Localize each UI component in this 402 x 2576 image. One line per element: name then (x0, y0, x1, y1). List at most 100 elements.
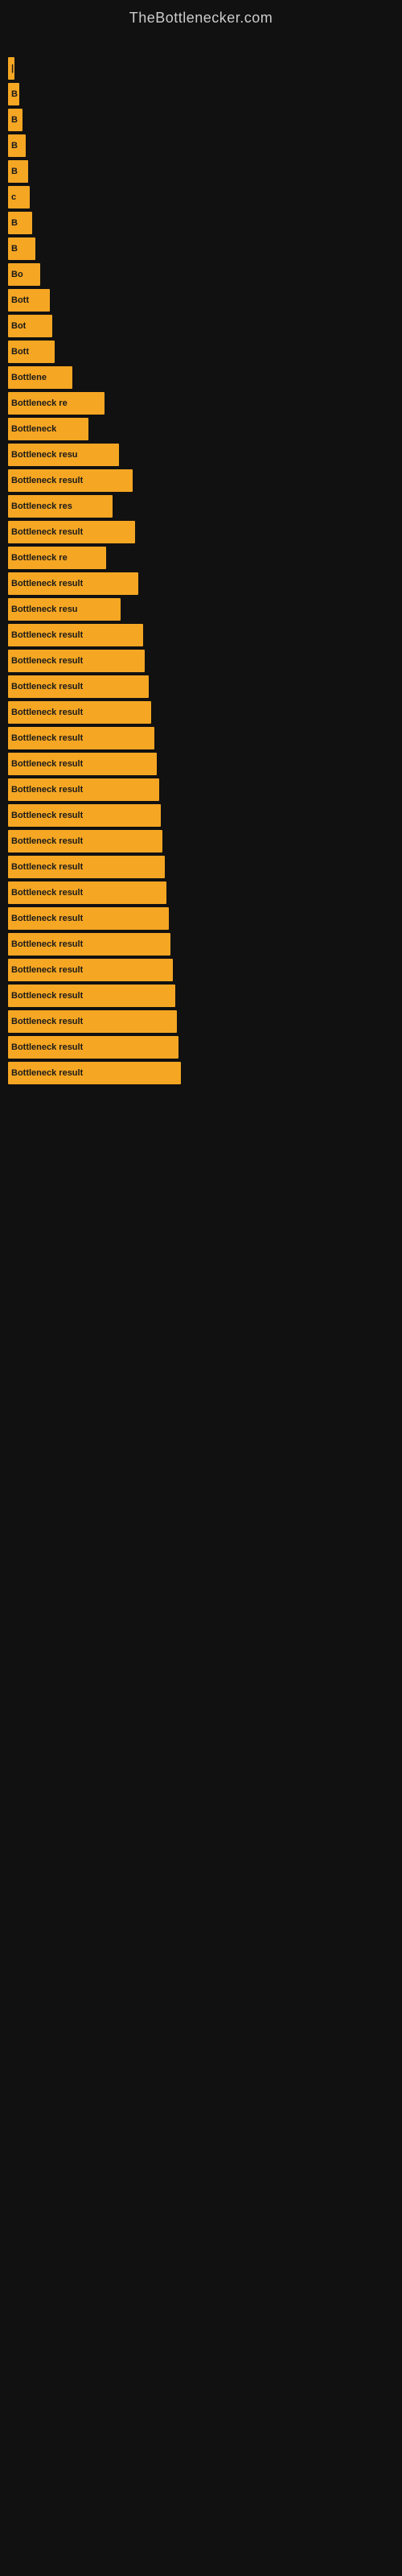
site-title: TheBottlenecker.com (0, 0, 402, 33)
bar-row: Bot (8, 315, 394, 337)
bar-label: Bott (11, 295, 29, 305)
result-bar: Bottleneck (8, 418, 88, 440)
bar-label: B (11, 167, 18, 176)
bar-row: B (8, 134, 394, 157)
result-bar: B (8, 83, 19, 105)
result-bar: Bottleneck result (8, 1010, 177, 1033)
bar-label: Bottleneck result (11, 579, 83, 588)
bar-label: Bottleneck result (11, 759, 83, 769)
bar-row: Bottleneck result (8, 907, 394, 930)
bar-row: B (8, 237, 394, 260)
bar-label: Bott (11, 347, 29, 357)
result-bar: B (8, 109, 23, 131)
bar-label: B (11, 89, 18, 99)
bar-label: Bottleneck result (11, 527, 83, 537)
bar-label: Bottleneck result (11, 656, 83, 666)
result-bar: Bottleneck result (8, 675, 149, 698)
bar-label: c (11, 192, 16, 202)
result-bar: Bottleneck result (8, 881, 166, 904)
bar-row: Bottleneck res (8, 495, 394, 518)
result-bar: Bottleneck res (8, 495, 113, 518)
bar-row: Bottleneck result (8, 727, 394, 749)
result-bar: Bott (8, 341, 55, 363)
bar-label: | (11, 64, 14, 73)
result-bar: Bottleneck re (8, 547, 106, 569)
bar-row: Bottleneck result (8, 675, 394, 698)
result-bar: Bottleneck result (8, 933, 170, 956)
result-bar: Bottleneck result (8, 804, 161, 827)
bar-label: Bottleneck result (11, 733, 83, 743)
bar-label: Bottleneck result (11, 888, 83, 898)
result-bar: B (8, 212, 32, 234)
bar-row: Bottleneck resu (8, 444, 394, 466)
bar-label: B (11, 244, 18, 254)
result-bar: B (8, 237, 35, 260)
bar-label: Bottleneck result (11, 914, 83, 923)
bar-row: B (8, 83, 394, 105)
bar-label: Bot (11, 321, 26, 331)
result-bar: Bottleneck result (8, 778, 159, 801)
bar-row: Bott (8, 289, 394, 312)
result-bar: Bottleneck result (8, 521, 135, 543)
bar-row: Bottleneck result (8, 881, 394, 904)
bar-row: Bottleneck result (8, 1036, 394, 1059)
bar-row: Bottleneck re (8, 547, 394, 569)
result-bar: | (8, 57, 14, 80)
bar-row: Bottleneck result (8, 959, 394, 981)
result-bar: Bottleneck result (8, 830, 162, 852)
bar-row: Bottleneck result (8, 753, 394, 775)
bar-label: Bottleneck result (11, 1068, 83, 1078)
bar-label: Bottleneck result (11, 862, 83, 872)
bar-label: B (11, 218, 18, 228)
result-bar: Bottleneck result (8, 959, 173, 981)
bar-row: Bott (8, 341, 394, 363)
bar-row: Bottleneck result (8, 856, 394, 878)
result-bar: Bot (8, 315, 52, 337)
result-bar: Bottleneck result (8, 856, 165, 878)
bar-row: Bottleneck result (8, 521, 394, 543)
bar-row: Bottleneck result (8, 985, 394, 1007)
bar-row: Bottleneck re (8, 392, 394, 415)
bar-row: c (8, 186, 394, 208)
bar-label: Bottleneck result (11, 1042, 83, 1052)
bar-label: Bottleneck result (11, 708, 83, 717)
bar-label: Bottleneck (11, 424, 56, 434)
result-bar: Bottleneck result (8, 1036, 178, 1059)
result-bar: Bott (8, 289, 50, 312)
bar-label: Bottleneck result (11, 785, 83, 795)
bar-row: B (8, 212, 394, 234)
result-bar: Bottleneck result (8, 469, 133, 492)
result-bar: Bottleneck result (8, 650, 145, 672)
bars-container: |BBBBcBBBoBottBotBottBottleneBottleneck … (0, 33, 402, 1096)
bar-row: Bottleneck result (8, 1062, 394, 1084)
bar-label: Bottleneck result (11, 476, 83, 485)
bar-label: Bottleneck result (11, 939, 83, 949)
bar-row: Bottleneck result (8, 804, 394, 827)
result-bar: Bottleneck result (8, 572, 138, 595)
bar-label: Bo (11, 270, 23, 279)
bar-row: Bottlene (8, 366, 394, 389)
bar-row: Bottleneck result (8, 830, 394, 852)
bar-row: Bottleneck result (8, 933, 394, 956)
bar-label: Bottleneck re (11, 553, 68, 563)
bar-label: Bottleneck result (11, 991, 83, 1001)
result-bar: Bottleneck result (8, 985, 175, 1007)
result-bar: Bottlene (8, 366, 72, 389)
result-bar: Bottleneck result (8, 907, 169, 930)
result-bar: B (8, 134, 26, 157)
result-bar: c (8, 186, 30, 208)
bar-row: B (8, 160, 394, 183)
result-bar: Bottleneck resu (8, 598, 121, 621)
result-bar: Bottleneck result (8, 727, 154, 749)
bar-row: Bottleneck result (8, 1010, 394, 1033)
bar-row: | (8, 57, 394, 80)
bar-label: Bottlene (11, 373, 47, 382)
bar-label: Bottleneck resu (11, 450, 78, 460)
result-bar: Bottleneck result (8, 624, 143, 646)
bar-label: Bottleneck result (11, 836, 83, 846)
bar-row: Bottleneck result (8, 624, 394, 646)
result-bar: Bottleneck result (8, 753, 157, 775)
bar-label: Bottleneck result (11, 965, 83, 975)
bar-label: Bottleneck re (11, 398, 68, 408)
result-bar: Bottleneck re (8, 392, 105, 415)
